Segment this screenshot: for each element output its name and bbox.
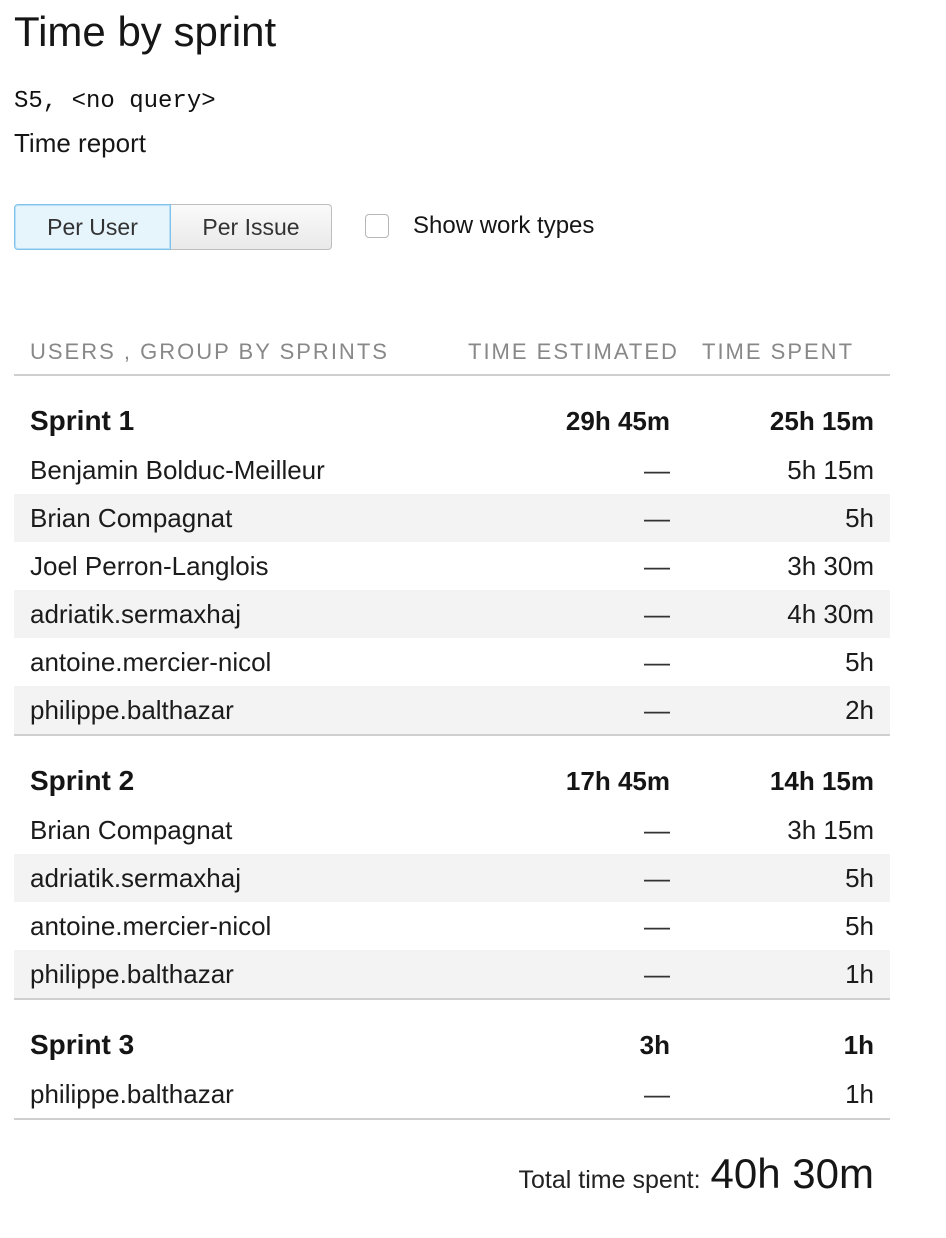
- sprint-group: Sprint 1 29h 45m 25h 15m Benjamin Bolduc-Me…: [14, 376, 890, 736]
- time-report-table: USERS , GROUP BY SPRINTS TIME ESTIMATED …: [14, 330, 890, 1120]
- user-spent: 2h: [845, 694, 874, 725]
- table-row: Brian Compagnat — 3h 15m: [14, 806, 890, 854]
- sprint-spent: 25h 15m: [769, 405, 874, 436]
- table-row: antoine.mercier-nicol — 5h: [14, 902, 890, 950]
- show-work-types[interactable]: Show work types: [365, 212, 594, 240]
- header-users[interactable]: USERS , GROUP BY SPRINTS: [14, 339, 468, 365]
- user-spent: 5h: [845, 910, 874, 941]
- header-time-spent[interactable]: TIME SPENT: [702, 339, 890, 365]
- user-name: Brian Compagnat: [30, 814, 233, 845]
- user-spent: 5h: [845, 502, 874, 533]
- user-spent: 1h: [845, 958, 874, 989]
- sprint-group: Sprint 3 3h 1h philippe.balthazar — 1h: [14, 1000, 890, 1120]
- sprint-row: Sprint 1 29h 45m 25h 15m: [14, 396, 890, 446]
- user-name: philippe.balthazar: [30, 958, 234, 989]
- user-estimated: —: [644, 454, 670, 485]
- user-estimated: —: [644, 1078, 670, 1109]
- user-estimated: —: [644, 958, 670, 989]
- user-name: philippe.balthazar: [30, 1078, 234, 1109]
- query-line: S5, <no query>: [14, 88, 216, 115]
- total-value: 40h 30m: [710, 1150, 874, 1197]
- header-time-estimated[interactable]: TIME ESTIMATED: [468, 339, 702, 365]
- user-spent: 5h: [845, 862, 874, 893]
- user-estimated: —: [644, 814, 670, 845]
- user-name: Joel Perron-Langlois: [30, 550, 269, 581]
- per-issue-button[interactable]: Per Issue: [171, 204, 332, 250]
- table-row: Benjamin Bolduc-Meilleur — 5h 15m: [14, 446, 890, 494]
- user-name: adriatik.sermaxhaj: [30, 598, 241, 629]
- table-row: Brian Compagnat — 5h: [14, 494, 890, 542]
- user-spent: 5h 15m: [787, 454, 874, 485]
- sprint-name: Sprint 1: [30, 405, 135, 436]
- sprint-spent: 1h: [843, 1029, 874, 1060]
- report-name: Time report: [14, 128, 146, 158]
- user-spent: 4h 30m: [787, 598, 874, 629]
- user-estimated: —: [644, 646, 670, 677]
- page-title: Time by sprint: [14, 8, 277, 55]
- user-name: Brian Compagnat: [30, 502, 233, 533]
- user-estimated: —: [644, 550, 670, 581]
- user-estimated: —: [644, 502, 670, 533]
- user-estimated: —: [644, 598, 670, 629]
- sprint-group: Sprint 2 17h 45m 14h 15m Brian Compagnat — 3h…: [14, 736, 890, 1000]
- table-row: adriatik.sermaxhaj — 5h: [14, 854, 890, 902]
- user-name: philippe.balthazar: [30, 694, 234, 725]
- table-row: Joel Perron-Langlois — 3h 30m: [14, 542, 890, 590]
- sprint-users: Benjamin Bolduc-Meilleur — 5h 15m Brian Com…: [14, 446, 890, 734]
- user-estimated: —: [644, 910, 670, 941]
- user-estimated: —: [644, 862, 670, 893]
- show-work-types-label: Show work types: [413, 212, 595, 239]
- table-row: philippe.balthazar — 1h: [14, 1070, 890, 1118]
- sprint-estimated: 29h 45m: [565, 405, 670, 436]
- sprint-spent: 14h 15m: [769, 765, 874, 796]
- sprint-users: philippe.balthazar — 1h: [14, 1070, 890, 1118]
- user-name: Benjamin Bolduc-Meilleur: [30, 454, 325, 485]
- user-name: adriatik.sermaxhaj: [30, 862, 241, 893]
- user-spent: 3h 30m: [787, 550, 874, 581]
- sprint-name: Sprint 2: [30, 765, 135, 796]
- sprint-groups: Sprint 1 29h 45m 25h 15m Benjamin Bolduc-Me…: [14, 376, 890, 1120]
- sprint-name: Sprint 3: [30, 1029, 135, 1060]
- user-spent: 1h: [845, 1078, 874, 1109]
- user-name: antoine.mercier-nicol: [30, 646, 272, 677]
- sprint-users: Brian Compagnat — 3h 15m adriatik.sermaxhaj…: [14, 806, 890, 998]
- total-time-spent: Total time spent: 40h 30m: [519, 1150, 874, 1198]
- table-row: philippe.balthazar — 2h: [14, 686, 890, 734]
- sprint-estimated: 3h: [639, 1029, 670, 1060]
- user-spent: 3h 15m: [787, 814, 874, 845]
- sprint-estimated: 17h 45m: [565, 765, 670, 796]
- view-mode-toggle: Per User Per Issue: [14, 204, 332, 250]
- total-label: Total time spent:: [518, 1166, 701, 1194]
- show-work-types-checkbox[interactable]: [365, 214, 389, 238]
- sprint-row: Sprint 2 17h 45m 14h 15m: [14, 756, 890, 806]
- table-row: philippe.balthazar — 1h: [14, 950, 890, 998]
- user-estimated: —: [644, 694, 670, 725]
- sprint-row: Sprint 3 3h 1h: [14, 1020, 890, 1070]
- user-spent: 5h: [845, 646, 874, 677]
- per-user-button[interactable]: Per User: [14, 204, 171, 250]
- table-row: antoine.mercier-nicol — 5h: [14, 638, 890, 686]
- table-header: USERS , GROUP BY SPRINTS TIME ESTIMATED …: [14, 330, 890, 376]
- table-row: adriatik.sermaxhaj — 4h 30m: [14, 590, 890, 638]
- user-name: antoine.mercier-nicol: [30, 910, 272, 941]
